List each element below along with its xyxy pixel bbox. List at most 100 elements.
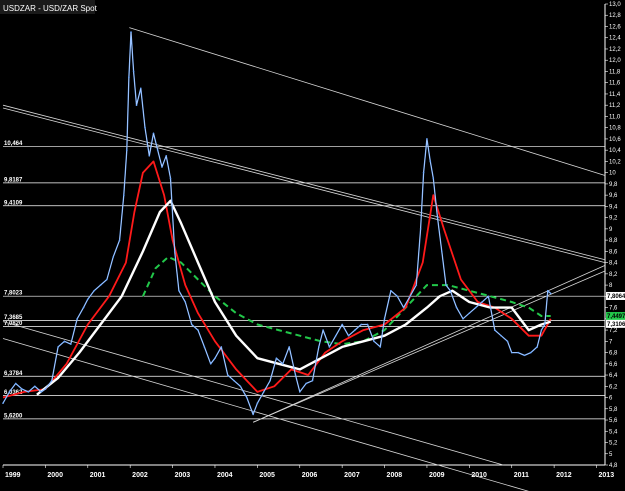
y-tick-label: 10,4	[609, 148, 621, 154]
price-point	[233, 379, 235, 382]
price-point	[481, 301, 483, 303]
price-point	[245, 396, 248, 399]
price-point	[449, 289, 452, 292]
horizontal-level-label: 9,4109	[4, 200, 23, 206]
price-point	[536, 346, 538, 348]
price-point	[152, 132, 155, 135]
price-point	[209, 363, 212, 365]
price-point	[334, 334, 337, 337]
price-point	[269, 379, 271, 382]
price-point	[436, 216, 439, 219]
price-point	[50, 379, 53, 382]
price-point	[487, 295, 490, 298]
price-point	[203, 346, 206, 348]
price-point	[156, 149, 159, 151]
price-point	[455, 306, 458, 309]
price-point	[178, 289, 180, 292]
chart-canvas: 10,4649,81879,41097,80237,36857,08206,37…	[0, 0, 625, 491]
y-tick-label: 10,2	[609, 159, 621, 165]
horizontal-level-label: 9,8187	[4, 177, 23, 183]
price-point	[135, 104, 138, 106]
price-point	[132, 70, 135, 73]
price-point	[440, 250, 443, 253]
price-point	[262, 391, 265, 393]
y-tick-label: 9,8	[609, 182, 618, 188]
price-point	[510, 351, 513, 354]
x-tick-label: 2000	[47, 472, 63, 479]
price-point	[275, 357, 278, 359]
price-point	[354, 329, 356, 331]
price-tag-label: 7,4497	[607, 314, 625, 320]
price-point	[165, 154, 168, 157]
price-point	[63, 340, 66, 343]
price-point	[540, 329, 543, 331]
x-tick-label: 2010	[471, 472, 487, 479]
usdzar-chart: 10,464 9,8187 9,4109 7,8023 7,3685 7,0820 6,37…	[0, 0, 625, 491]
price-point	[112, 256, 115, 258]
price-point	[128, 76, 130, 78]
y-tick-label: 10	[609, 171, 616, 177]
price-point	[305, 382, 307, 385]
price-point	[118, 239, 121, 241]
price-point	[93, 289, 95, 292]
price-point	[445, 284, 447, 286]
price-point	[462, 318, 464, 320]
price-point	[44, 388, 47, 390]
x-tick-label: 2002	[132, 472, 148, 479]
price-point	[383, 318, 386, 320]
y-tick-label: 9,6	[609, 193, 618, 199]
x-tick-label: 2001	[90, 472, 106, 479]
y-tick-label: 9,4	[609, 204, 618, 210]
price-point	[474, 306, 477, 309]
price-point	[294, 374, 297, 376]
price-point	[517, 351, 519, 354]
y-tick-label: 11,6	[609, 81, 621, 87]
y-tick-label: 11,0	[609, 114, 621, 120]
price-point	[506, 340, 509, 343]
price-point	[422, 171, 425, 174]
price-point	[256, 402, 259, 404]
price-point	[546, 289, 549, 292]
x-tick-label: 2003	[175, 472, 191, 479]
price-point	[409, 295, 411, 298]
y-tick-label: 10,8	[609, 126, 621, 132]
price-point	[8, 391, 11, 393]
price-point	[288, 346, 290, 348]
price-point	[298, 391, 301, 393]
y-tick-label: 12,2	[609, 47, 621, 53]
price-point	[544, 323, 546, 326]
y-tick-label: 12,6	[609, 24, 621, 30]
price-point	[341, 323, 343, 326]
horizontal-level-label: 6,3784	[4, 371, 23, 377]
x-tick-label: 2004	[217, 472, 233, 479]
y-tick-label: 7,6	[609, 306, 618, 312]
y-tick-label: 8,2	[609, 272, 618, 278]
x-tick-label: 2009	[429, 472, 445, 479]
y-tick-label: 8,8	[609, 238, 618, 244]
x-tick-label: 2005	[259, 472, 275, 479]
y-tick-label: 11,8	[609, 69, 621, 75]
price-point	[226, 374, 229, 376]
price-point	[366, 323, 369, 326]
x-tick-label: 2008	[387, 472, 403, 479]
price-point	[57, 346, 59, 348]
y-tick-label: 6,6	[609, 362, 618, 368]
price-point	[426, 138, 428, 140]
y-tick-label: 6,4	[609, 373, 618, 379]
y-tick-label: 8,4	[609, 261, 618, 267]
price-point	[415, 284, 418, 286]
y-tick-label: 5,8	[609, 407, 618, 413]
price-point	[76, 318, 78, 320]
y-tick-label: 5,2	[609, 441, 618, 447]
price-point	[523, 354, 526, 357]
y-tick-label: 7,2	[609, 328, 618, 334]
chart-background	[0, 0, 625, 491]
price-point	[144, 126, 146, 129]
price-point	[106, 278, 108, 281]
price-point	[396, 295, 399, 298]
price-point	[14, 382, 17, 385]
price-point	[27, 391, 30, 393]
price-point	[373, 340, 375, 343]
x-tick-label: 2006	[302, 472, 318, 479]
price-point	[360, 323, 363, 326]
